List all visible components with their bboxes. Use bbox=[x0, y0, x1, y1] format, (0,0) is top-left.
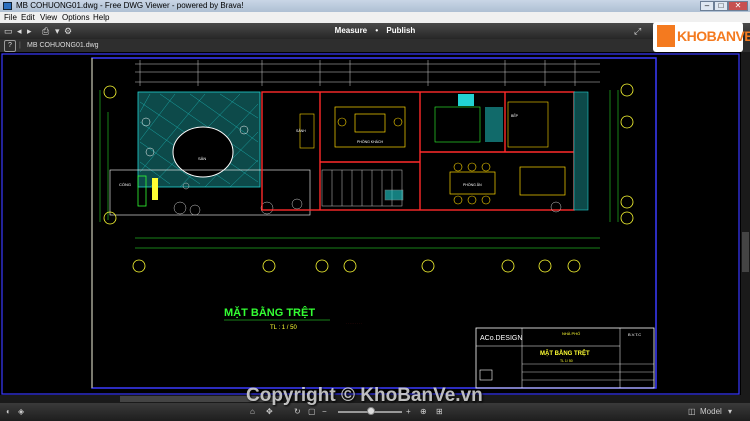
window-titlebar: MB COHUONG01.dwg - Free DWG Viewer - pow… bbox=[0, 0, 750, 12]
cad-drawing: SÂN CỔNG PHÒNG KHÁCH SẢNH PHÒNG ĂN BẾP M… bbox=[1, 53, 740, 395]
drawing-canvas[interactable]: SÂN CỔNG PHÒNG KHÁCH SẢNH PHÒNG ĂN BẾP M… bbox=[0, 52, 750, 405]
titleblock-sheet-scale: TL 1/ 50 bbox=[560, 359, 573, 363]
publish-button[interactable]: Publish bbox=[386, 26, 415, 35]
staircase bbox=[321, 169, 404, 207]
plan-title: MẶT BẰNG TRỆT bbox=[224, 306, 315, 319]
garden-hatch: SÂN bbox=[137, 91, 261, 188]
plan-note: · · · · · · · · · bbox=[346, 321, 362, 325]
measure-button[interactable]: Measure bbox=[335, 26, 367, 35]
titleblock-sheet-id: B.V.T.C bbox=[628, 332, 641, 337]
khobanve-logo: KHOBANVE bbox=[653, 22, 750, 52]
main-toolbar: ▭ ◂ ▸ ⎙ ▾ ⚙ Measure • Publish ⤢ bbox=[0, 23, 750, 39]
titleblock-logo-icon bbox=[479, 369, 493, 381]
room-label-phong-an: PHÒNG ĂN bbox=[463, 182, 482, 187]
room-label-cong: CỔNG bbox=[119, 182, 131, 187]
tab-divider-icon: | bbox=[19, 42, 21, 49]
logo-text: KHOBANVE bbox=[677, 28, 750, 44]
window-title: MB COHUONG01.dwg - Free DWG Viewer - pow… bbox=[16, 1, 244, 10]
top-dimensions bbox=[135, 60, 600, 86]
title-block: ACo.DESIGN NHÀ PHỐ MẶT BẰNG TRỆT TL 1/ 5… bbox=[475, 327, 655, 389]
model-tab[interactable]: Model bbox=[700, 403, 722, 421]
tab-filename[interactable]: MB COHUONG01.dwg bbox=[27, 39, 99, 52]
copyright-watermark: Copyright © KhoBanVe.vn bbox=[246, 385, 483, 406]
model-dropdown-icon[interactable]: ▾ bbox=[728, 403, 732, 421]
help-icon[interactable]: ? bbox=[4, 40, 16, 52]
app-icon bbox=[3, 2, 12, 10]
document-tabbar: ? | MB COHUONG01.dwg bbox=[0, 39, 750, 52]
layout-icon[interactable]: ◫ bbox=[688, 403, 696, 421]
menu-file[interactable]: File bbox=[4, 12, 17, 23]
fullscreen-icon[interactable]: ⤢ bbox=[634, 23, 641, 39]
room-label-bep: BẾP bbox=[511, 113, 519, 118]
menu-options[interactable]: Options bbox=[62, 12, 90, 23]
menu-help[interactable]: Help bbox=[93, 12, 109, 23]
zoom-slider-knob[interactable] bbox=[367, 407, 375, 415]
close-button[interactable]: ✕ bbox=[728, 1, 748, 11]
titleblock-sheet-title: MẶT BẰNG TRỆT bbox=[540, 349, 590, 357]
room-label-san: SÂN bbox=[198, 156, 206, 161]
layers-icon[interactable]: ◐ bbox=[6, 403, 11, 421]
titleblock-company: ACo.DESIGN bbox=[480, 335, 522, 342]
menu-view[interactable]: View bbox=[40, 12, 57, 23]
logo-mark-icon bbox=[657, 25, 675, 47]
living-room: PHÒNG KHÁCH SẢNH bbox=[296, 106, 406, 149]
minimize-button[interactable]: – bbox=[700, 1, 714, 11]
vertical-scroll-thumb[interactable] bbox=[742, 232, 749, 272]
menu-bar: File Edit View Options Help bbox=[0, 12, 750, 23]
titleblock-project: NHÀ PHỐ bbox=[562, 331, 580, 336]
maximize-button[interactable]: □ bbox=[714, 1, 728, 11]
room-label-phong-khach: PHÒNG KHÁCH bbox=[357, 139, 384, 144]
info-icon[interactable]: ◈ bbox=[18, 403, 24, 421]
room-label-sanh: SẢNH bbox=[296, 128, 306, 133]
dining-room: PHÒNG ĂN BẾP bbox=[434, 94, 566, 205]
menu-edit[interactable]: Edit bbox=[21, 12, 35, 23]
toolbar-separator: • bbox=[375, 26, 379, 35]
vertical-scrollbar[interactable] bbox=[741, 52, 750, 405]
house-walls bbox=[261, 91, 575, 211]
plan-scale: TL : 1 / 50 bbox=[270, 325, 297, 331]
